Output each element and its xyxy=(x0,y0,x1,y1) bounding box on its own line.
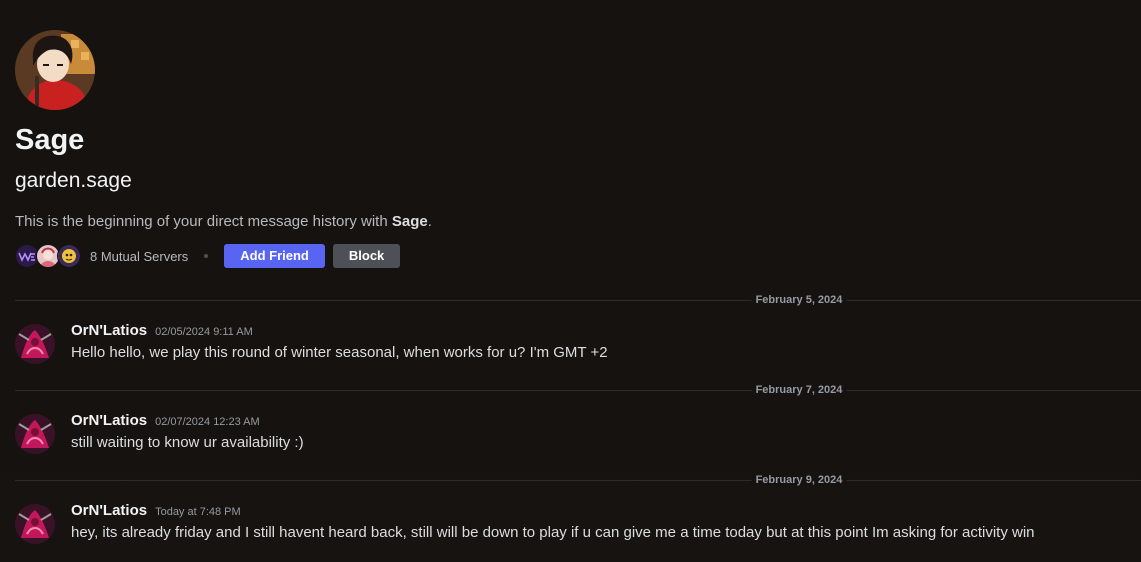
author-name[interactable]: OrN'Latios xyxy=(71,322,147,339)
block-button[interactable]: Block xyxy=(332,244,401,268)
dm-intro: Sage garden.sage This is the beginning o… xyxy=(15,30,1115,268)
message[interactable]: OrN'Latios 02/05/2024 9:11 AM Hello hell… xyxy=(15,322,1141,370)
mutual-servers-link[interactable]: 8 Mutual Servers xyxy=(90,249,188,264)
author-name[interactable]: OrN'Latios xyxy=(71,502,147,519)
message-header: OrN'Latios 02/07/2024 12:23 AM xyxy=(71,412,260,429)
date-divider-label: February 7, 2024 xyxy=(751,384,847,396)
separator-dot xyxy=(204,254,209,258)
profile-avatar[interactable] xyxy=(15,30,95,110)
profile-display-name: Sage xyxy=(15,124,85,156)
message-timestamp: 02/07/2024 12:23 AM xyxy=(155,416,260,428)
message-content: Hello hello, we play this round of winte… xyxy=(71,344,608,361)
message-content: hey, its already friday and I still have… xyxy=(71,524,1035,541)
beginning-suffix: . xyxy=(427,213,432,230)
beginning-prefix: This is the beginning of your direct mes… xyxy=(15,213,392,230)
mutual-row: 8 Mutual Servers Add Friend Block xyxy=(15,244,1115,268)
message-header: OrN'Latios Today at 7:48 PM xyxy=(71,502,241,519)
server-icon xyxy=(57,244,81,268)
beginning-name: Sage xyxy=(391,213,428,230)
author-avatar[interactable] xyxy=(15,414,55,454)
dm-beginning-text: This is the beginning of your direct mes… xyxy=(15,212,1115,232)
message-content: still waiting to know ur availability :) xyxy=(71,434,304,451)
message-header: OrN'Latios 02/05/2024 9:11 AM xyxy=(71,322,253,339)
date-divider: February 7, 2024 xyxy=(15,384,1141,396)
author-name[interactable]: OrN'Latios xyxy=(71,412,147,429)
message[interactable]: OrN'Latios 02/07/2024 12:23 AM still wai… xyxy=(15,412,1141,460)
add-friend-button[interactable]: Add Friend xyxy=(224,244,325,268)
message-timestamp: 02/05/2024 9:11 AM xyxy=(155,326,253,338)
date-divider: February 5, 2024 xyxy=(15,294,1141,306)
message-timestamp: Today at 7:48 PM xyxy=(155,506,241,518)
date-divider-label: February 9, 2024 xyxy=(751,474,847,486)
author-avatar[interactable] xyxy=(15,324,55,364)
mutual-server-icons[interactable] xyxy=(15,244,81,268)
date-divider: February 9, 2024 xyxy=(15,474,1141,486)
author-avatar[interactable] xyxy=(15,504,55,544)
profile-username: garden.sage xyxy=(15,169,132,192)
message[interactable]: OrN'Latios Today at 7:48 PM hey, its alr… xyxy=(15,502,1141,550)
date-divider-label: February 5, 2024 xyxy=(751,294,847,306)
